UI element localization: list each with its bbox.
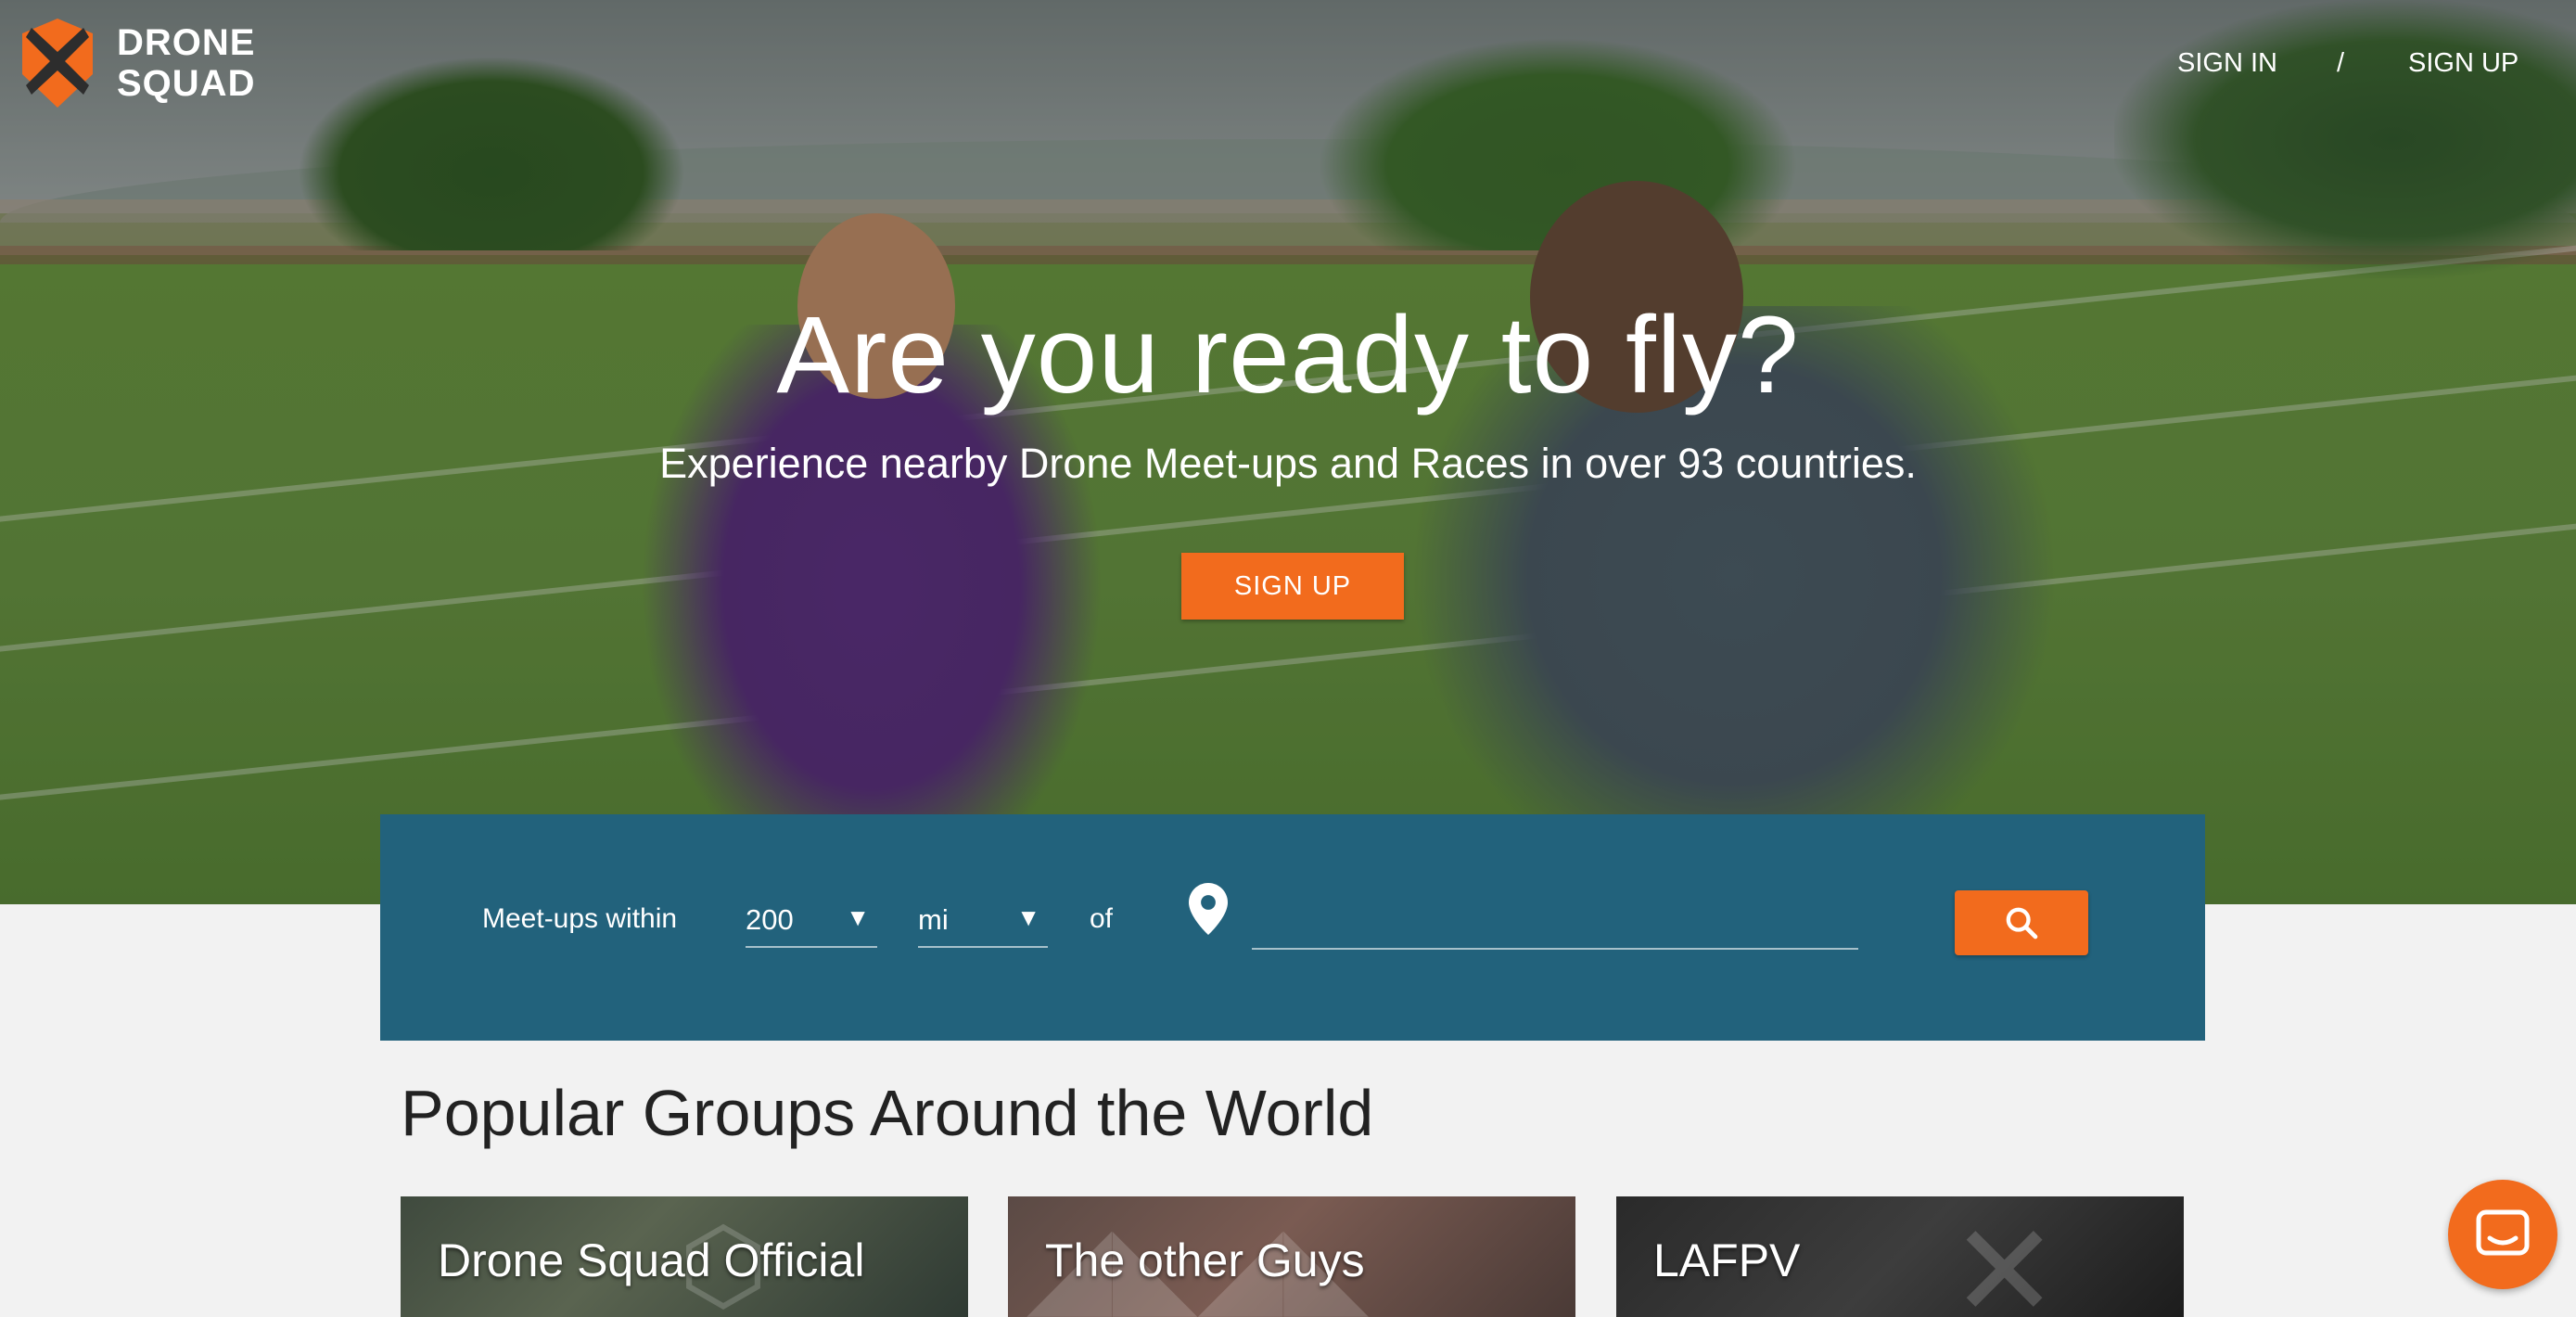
sign-up-link[interactable]: SIGN UP <box>2408 48 2519 79</box>
location-input[interactable] <box>1252 890 1858 950</box>
meetups-within-label: Meet-ups within <box>482 903 678 934</box>
group-card[interactable]: ⬡ Drone Squad Official <box>401 1196 968 1317</box>
group-card-name: LAFPV <box>1653 1234 1801 1286</box>
hero-subheadline: Experience nearby Drone Meet-ups and Rac… <box>659 440 1917 487</box>
chevron-down-icon: ▼ <box>846 903 870 931</box>
brand-line-2: SQUAD <box>117 63 256 104</box>
brand-line-1: DRONE <box>117 22 256 63</box>
nav-separator: / <box>2337 48 2345 78</box>
drone-squad-logo-icon <box>22 19 93 108</box>
hero-sign-up-button[interactable]: SIGN UP <box>1181 553 1404 620</box>
location-pin-icon <box>1189 883 1228 935</box>
group-card-name: The other Guys <box>1045 1234 1365 1286</box>
distance-select[interactable]: 200 ▼ <box>746 890 877 948</box>
hero-headline: Are you ready to fly? <box>776 294 1800 416</box>
meetup-search-panel: Meet-ups within 200 ▼ mi ▼ of <box>380 814 2205 1041</box>
distance-value: 200 <box>746 903 794 936</box>
popular-groups-title: Popular Groups Around the World <box>401 1077 1374 1149</box>
group-card[interactable]: ◢◣◢◣ The other Guys <box>1008 1196 1575 1317</box>
card-background-art: ✕ <box>1950 1198 2060 1317</box>
search-button[interactable] <box>1955 890 2088 955</box>
of-label: of <box>1090 903 1114 934</box>
unit-value: mi <box>918 903 949 936</box>
unit-select[interactable]: mi ▼ <box>918 890 1048 948</box>
chat-launcher-button[interactable] <box>2448 1180 2557 1289</box>
brand-wordmark: DRONE SQUAD <box>117 22 255 104</box>
chat-icon <box>2476 1209 2530 1256</box>
search-icon <box>2006 907 2038 940</box>
brand-logo[interactable]: DRONE SQUAD <box>19 17 255 109</box>
sign-in-link[interactable]: SIGN IN <box>2177 48 2277 79</box>
chevron-down-icon: ▼ <box>1016 903 1040 931</box>
group-card-name: Drone Squad Official <box>438 1234 865 1286</box>
group-card[interactable]: ✕ LAFPV <box>1616 1196 2184 1317</box>
